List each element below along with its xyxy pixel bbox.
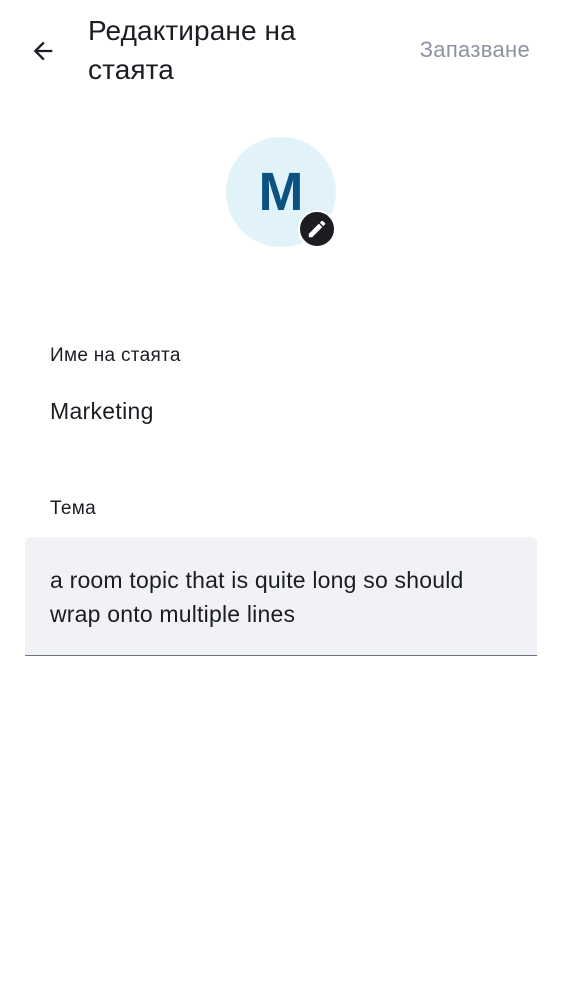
topic-label: Тема	[50, 498, 96, 519]
page-title: Редактиране на стаята	[88, 15, 296, 85]
arrow-left-icon	[33, 41, 53, 61]
edit-room-screen: Редактиране на стаята Запазване M Име на…	[0, 0, 562, 1000]
room-name-label: Име на стаята	[50, 345, 181, 366]
topic-input-text: a room topic that is quite long so shoul…	[50, 567, 464, 627]
room-avatar-button[interactable]: M	[226, 137, 338, 249]
back-button[interactable]	[18, 26, 68, 76]
edit-avatar-badge[interactable]	[298, 210, 336, 248]
save-button[interactable]: Запазване	[408, 30, 542, 70]
top-app-bar: Редактиране на стаята Запазване	[0, 0, 562, 100]
topic-input[interactable]: a room topic that is quite long so shoul…	[25, 537, 537, 656]
room-name-input[interactable]: Marketing	[50, 398, 530, 425]
pencil-icon	[308, 220, 326, 238]
